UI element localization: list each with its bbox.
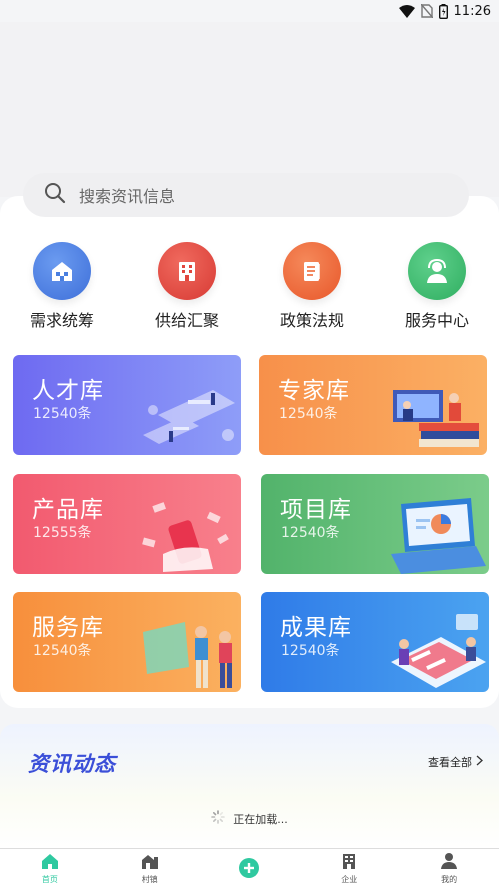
library-card-result[interactable]: 成果库 12540条 — [261, 592, 489, 692]
status-time: 11:26 — [453, 3, 491, 19]
bottom-tab-bar: 首页 村镇 企业 我的 — [0, 848, 499, 888]
library-name: 产品库 — [32, 497, 104, 523]
library-count: 12540条 — [279, 406, 338, 422]
library-card-project[interactable]: 项目库 12540条 — [261, 474, 489, 574]
company-icon — [340, 852, 358, 872]
wifi-icon — [398, 4, 415, 18]
tab-village[interactable]: 村镇 — [100, 849, 200, 888]
tab-company[interactable]: 企业 — [299, 849, 399, 888]
library-card-product[interactable]: 产品库 12555条 — [13, 474, 241, 574]
user-icon — [440, 852, 458, 872]
building-icon — [158, 242, 216, 300]
library-count: 12555条 — [33, 525, 92, 541]
village-icon — [140, 852, 160, 872]
quick-item-service[interactable]: 服务中心 — [387, 242, 487, 331]
quick-item-label: 供给汇聚 — [154, 311, 219, 330]
search-input[interactable]: 搜索资讯信息 — [79, 183, 175, 207]
tab-mine[interactable]: 我的 — [399, 849, 499, 888]
search-bar[interactable]: 搜索资讯信息 — [23, 173, 469, 217]
library-count: 12540条 — [281, 525, 340, 541]
quick-item-demand[interactable]: 需求统筹 — [12, 242, 112, 331]
house-icon — [33, 242, 91, 300]
home-icon — [40, 852, 60, 872]
tab-add[interactable] — [200, 849, 300, 888]
library-name: 成果库 — [280, 615, 352, 641]
library-name: 项目库 — [280, 497, 352, 523]
library-card-service[interactable]: 服务库 12540条 — [13, 592, 241, 692]
chevron-right-icon — [476, 755, 483, 769]
plus-circle-icon — [238, 857, 260, 881]
tab-home[interactable]: 首页 — [0, 849, 100, 888]
quick-item-label: 需求统筹 — [29, 311, 94, 330]
view-all-link[interactable]: 查看全部 — [428, 754, 483, 770]
quick-entries: 需求统筹 供给汇聚 政策法规 服务中心 — [0, 240, 499, 330]
document-icon — [283, 242, 341, 300]
news-title: 资讯动态 — [28, 752, 116, 776]
quick-item-supply[interactable]: 供给汇聚 — [137, 242, 237, 331]
news-section: 资讯动态 查看全部 正在加载... — [0, 724, 499, 848]
loading-indicator: 正在加载... — [0, 810, 499, 827]
spinner-icon — [211, 810, 226, 827]
tab-label: 我的 — [441, 875, 458, 884]
library-count: 12540条 — [281, 643, 340, 659]
library-name: 专家库 — [278, 378, 350, 404]
library-name: 服务库 — [32, 615, 104, 641]
loading-text: 正在加载... — [233, 812, 288, 826]
no-sim-icon — [420, 4, 433, 18]
tab-label: 首页 — [41, 875, 58, 884]
library-card-expert[interactable]: 专家库 12540条 — [259, 355, 487, 455]
view-all-label: 查看全部 — [428, 756, 472, 769]
quick-item-label: 服务中心 — [404, 311, 469, 330]
quick-item-label: 政策法规 — [279, 311, 344, 330]
tab-label: 企业 — [341, 875, 358, 884]
quick-item-policy[interactable]: 政策法规 — [262, 242, 362, 331]
library-count: 12540条 — [33, 643, 92, 659]
search-icon — [43, 181, 67, 209]
battery-icon — [438, 3, 448, 19]
tab-label: 村镇 — [141, 875, 158, 884]
status-bar: 11:26 — [0, 0, 499, 22]
headset-user-icon — [408, 242, 466, 300]
library-count: 12540条 — [33, 406, 92, 422]
library-card-talent[interactable]: 人才库 12540条 — [13, 355, 241, 455]
library-name: 人才库 — [32, 378, 104, 404]
banner[interactable] — [0, 22, 499, 197]
